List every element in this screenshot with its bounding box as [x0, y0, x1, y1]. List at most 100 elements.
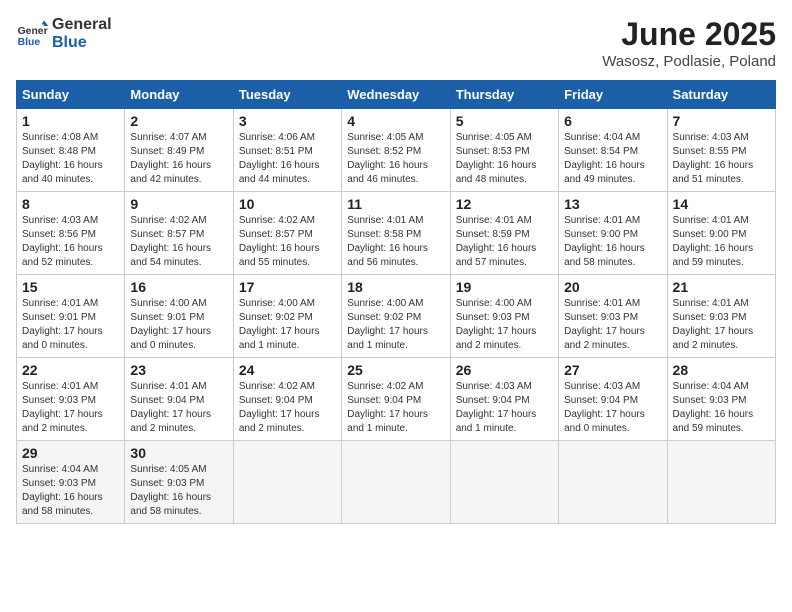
day-number-18: 18 — [347, 279, 444, 295]
calendar-subtitle: Wasosz, Podlasie, Poland — [602, 53, 776, 70]
day-info-16: Sunrise: 4:00 AM Sunset: 9:01 PM Dayligh… — [130, 297, 227, 353]
day-cell-7: 7 Sunrise: 4:03 AM Sunset: 8:55 PM Daylig… — [667, 109, 775, 192]
day-number-15: 15 — [22, 279, 119, 295]
day-info-5: Sunrise: 4:05 AM Sunset: 8:53 PM Dayligh… — [456, 131, 553, 187]
header-sunday: Sunday — [17, 81, 125, 109]
day-info-20: Sunrise: 4:01 AM Sunset: 9:03 PM Dayligh… — [564, 297, 661, 353]
day-number-29: 29 — [22, 445, 119, 461]
empty-cell — [559, 441, 667, 524]
day-info-24: Sunrise: 4:02 AM Sunset: 9:04 PM Dayligh… — [239, 380, 336, 436]
day-cell-27: 27 Sunrise: 4:03 AM Sunset: 9:04 PM Dayli… — [559, 358, 667, 441]
day-info-13: Sunrise: 4:01 AM Sunset: 9:00 PM Dayligh… — [564, 214, 661, 270]
svg-text:General: General — [18, 26, 48, 37]
day-number-3: 3 — [239, 113, 336, 129]
day-info-27: Sunrise: 4:03 AM Sunset: 9:04 PM Dayligh… — [564, 380, 661, 436]
day-cell-6: 6 Sunrise: 4:04 AM Sunset: 8:54 PM Daylig… — [559, 109, 667, 192]
day-number-14: 14 — [673, 196, 770, 212]
empty-cell — [450, 441, 558, 524]
day-number-24: 24 — [239, 362, 336, 378]
day-number-9: 9 — [130, 196, 227, 212]
day-cell-12: 12 Sunrise: 4:01 AM Sunset: 8:59 PM Dayli… — [450, 192, 558, 275]
day-cell-10: 10 Sunrise: 4:02 AM Sunset: 8:57 PM Dayli… — [233, 192, 341, 275]
day-number-5: 5 — [456, 113, 553, 129]
svg-text:Blue: Blue — [18, 37, 41, 48]
day-info-9: Sunrise: 4:02 AM Sunset: 8:57 PM Dayligh… — [130, 214, 227, 270]
day-info-21: Sunrise: 4:01 AM Sunset: 9:03 PM Dayligh… — [673, 297, 770, 353]
logo-line1: General — [52, 16, 112, 34]
day-number-19: 19 — [456, 279, 553, 295]
logo-line2: Blue — [52, 34, 112, 52]
day-info-10: Sunrise: 4:02 AM Sunset: 8:57 PM Dayligh… — [239, 214, 336, 270]
week-row-1: 1Sunrise: 4:08 AM Sunset: 8:48 PM Daylig… — [17, 109, 776, 192]
day-info-2: Sunrise: 4:07 AM Sunset: 8:49 PM Dayligh… — [130, 131, 227, 187]
day-number-6: 6 — [564, 113, 661, 129]
day-cell-13: 13 Sunrise: 4:01 AM Sunset: 9:00 PM Dayli… — [559, 192, 667, 275]
day-number-26: 26 — [456, 362, 553, 378]
header-monday: Monday — [125, 81, 233, 109]
day-cell-19: 19Sunrise: 4:00 AM Sunset: 9:03 PM Dayli… — [450, 275, 558, 358]
day-info-18: Sunrise: 4:00 AM Sunset: 9:02 PM Dayligh… — [347, 297, 444, 353]
header-saturday: Saturday — [667, 81, 775, 109]
day-info-22: Sunrise: 4:01 AM Sunset: 9:03 PM Dayligh… — [22, 380, 119, 436]
logo: General Blue General Blue — [16, 16, 112, 51]
logo-icon: General Blue — [16, 18, 48, 50]
empty-cell — [667, 441, 775, 524]
week-row-4: 22 Sunrise: 4:01 AM Sunset: 9:03 PM Dayli… — [17, 358, 776, 441]
day-info-12: Sunrise: 4:01 AM Sunset: 8:59 PM Dayligh… — [456, 214, 553, 270]
day-number-22: 22 — [22, 362, 119, 378]
day-number-10: 10 — [239, 196, 336, 212]
day-cell-26: 26Sunrise: 4:03 AM Sunset: 9:04 PM Dayli… — [450, 358, 558, 441]
header-friday: Friday — [559, 81, 667, 109]
day-number-13: 13 — [564, 196, 661, 212]
day-info-25: Sunrise: 4:02 AM Sunset: 9:04 PM Dayligh… — [347, 380, 444, 436]
day-info-6: Sunrise: 4:04 AM Sunset: 8:54 PM Dayligh… — [564, 131, 661, 187]
day-number-7: 7 — [673, 113, 770, 129]
day-cell-4: 4 Sunrise: 4:05 AM Sunset: 8:52 PM Daylig… — [342, 109, 450, 192]
day-cell-23: 23 Sunrise: 4:01 AM Sunset: 9:04 PM Dayli… — [125, 358, 233, 441]
day-info-11: Sunrise: 4:01 AM Sunset: 8:58 PM Dayligh… — [347, 214, 444, 270]
day-cell-16: 16 Sunrise: 4:00 AM Sunset: 9:01 PM Dayli… — [125, 275, 233, 358]
week-row-3: 15Sunrise: 4:01 AM Sunset: 9:01 PM Dayli… — [17, 275, 776, 358]
day-cell-9: 9 Sunrise: 4:02 AM Sunset: 8:57 PM Daylig… — [125, 192, 233, 275]
title-area: June 2025 Wasosz, Podlasie, Poland — [602, 16, 776, 70]
day-number-27: 27 — [564, 362, 661, 378]
day-number-12: 12 — [456, 196, 553, 212]
day-number-4: 4 — [347, 113, 444, 129]
day-info-8: Sunrise: 4:03 AM Sunset: 8:56 PM Dayligh… — [22, 214, 119, 270]
day-number-23: 23 — [130, 362, 227, 378]
day-cell-29: 29 Sunrise: 4:04 AM Sunset: 9:03 PM Dayli… — [17, 441, 125, 524]
day-cell-22: 22 Sunrise: 4:01 AM Sunset: 9:03 PM Dayli… — [17, 358, 125, 441]
day-info-14: Sunrise: 4:01 AM Sunset: 9:00 PM Dayligh… — [673, 214, 770, 270]
day-number-1: 1 — [22, 113, 119, 129]
calendar-title: June 2025 — [602, 16, 776, 53]
week-row-5: 29 Sunrise: 4:04 AM Sunset: 9:03 PM Dayli… — [17, 441, 776, 524]
header-tuesday: Tuesday — [233, 81, 341, 109]
day-number-17: 17 — [239, 279, 336, 295]
empty-cell — [233, 441, 341, 524]
day-cell-24: 24 Sunrise: 4:02 AM Sunset: 9:04 PM Dayli… — [233, 358, 341, 441]
day-info-28: Sunrise: 4:04 AM Sunset: 9:03 PM Dayligh… — [673, 380, 770, 436]
week-row-2: 8Sunrise: 4:03 AM Sunset: 8:56 PM Daylig… — [17, 192, 776, 275]
header-wednesday: Wednesday — [342, 81, 450, 109]
day-cell-18: 18 Sunrise: 4:00 AM Sunset: 9:02 PM Dayli… — [342, 275, 450, 358]
day-cell-17: 17Sunrise: 4:00 AM Sunset: 9:02 PM Dayli… — [233, 275, 341, 358]
day-number-20: 20 — [564, 279, 661, 295]
day-cell-14: 14 Sunrise: 4:01 AM Sunset: 9:00 PM Dayli… — [667, 192, 775, 275]
day-info-7: Sunrise: 4:03 AM Sunset: 8:55 PM Dayligh… — [673, 131, 770, 187]
day-cell-15: 15Sunrise: 4:01 AM Sunset: 9:01 PM Dayli… — [17, 275, 125, 358]
day-info-4: Sunrise: 4:05 AM Sunset: 8:52 PM Dayligh… — [347, 131, 444, 187]
header: General Blue General Blue June 2025 Waso… — [16, 16, 776, 70]
day-number-21: 21 — [673, 279, 770, 295]
day-number-16: 16 — [130, 279, 227, 295]
day-info-23: Sunrise: 4:01 AM Sunset: 9:04 PM Dayligh… — [130, 380, 227, 436]
day-number-25: 25 — [347, 362, 444, 378]
day-cell-11: 11 Sunrise: 4:01 AM Sunset: 8:58 PM Dayli… — [342, 192, 450, 275]
day-cell-3: 3Sunrise: 4:06 AM Sunset: 8:51 PM Daylig… — [233, 109, 341, 192]
header-thursday: Thursday — [450, 81, 558, 109]
day-cell-28: 28 Sunrise: 4:04 AM Sunset: 9:03 PM Dayli… — [667, 358, 775, 441]
day-number-28: 28 — [673, 362, 770, 378]
empty-cell — [342, 441, 450, 524]
day-number-11: 11 — [347, 196, 444, 212]
day-info-29: Sunrise: 4:04 AM Sunset: 9:03 PM Dayligh… — [22, 463, 119, 519]
day-cell-21: 21 Sunrise: 4:01 AM Sunset: 9:03 PM Dayli… — [667, 275, 775, 358]
